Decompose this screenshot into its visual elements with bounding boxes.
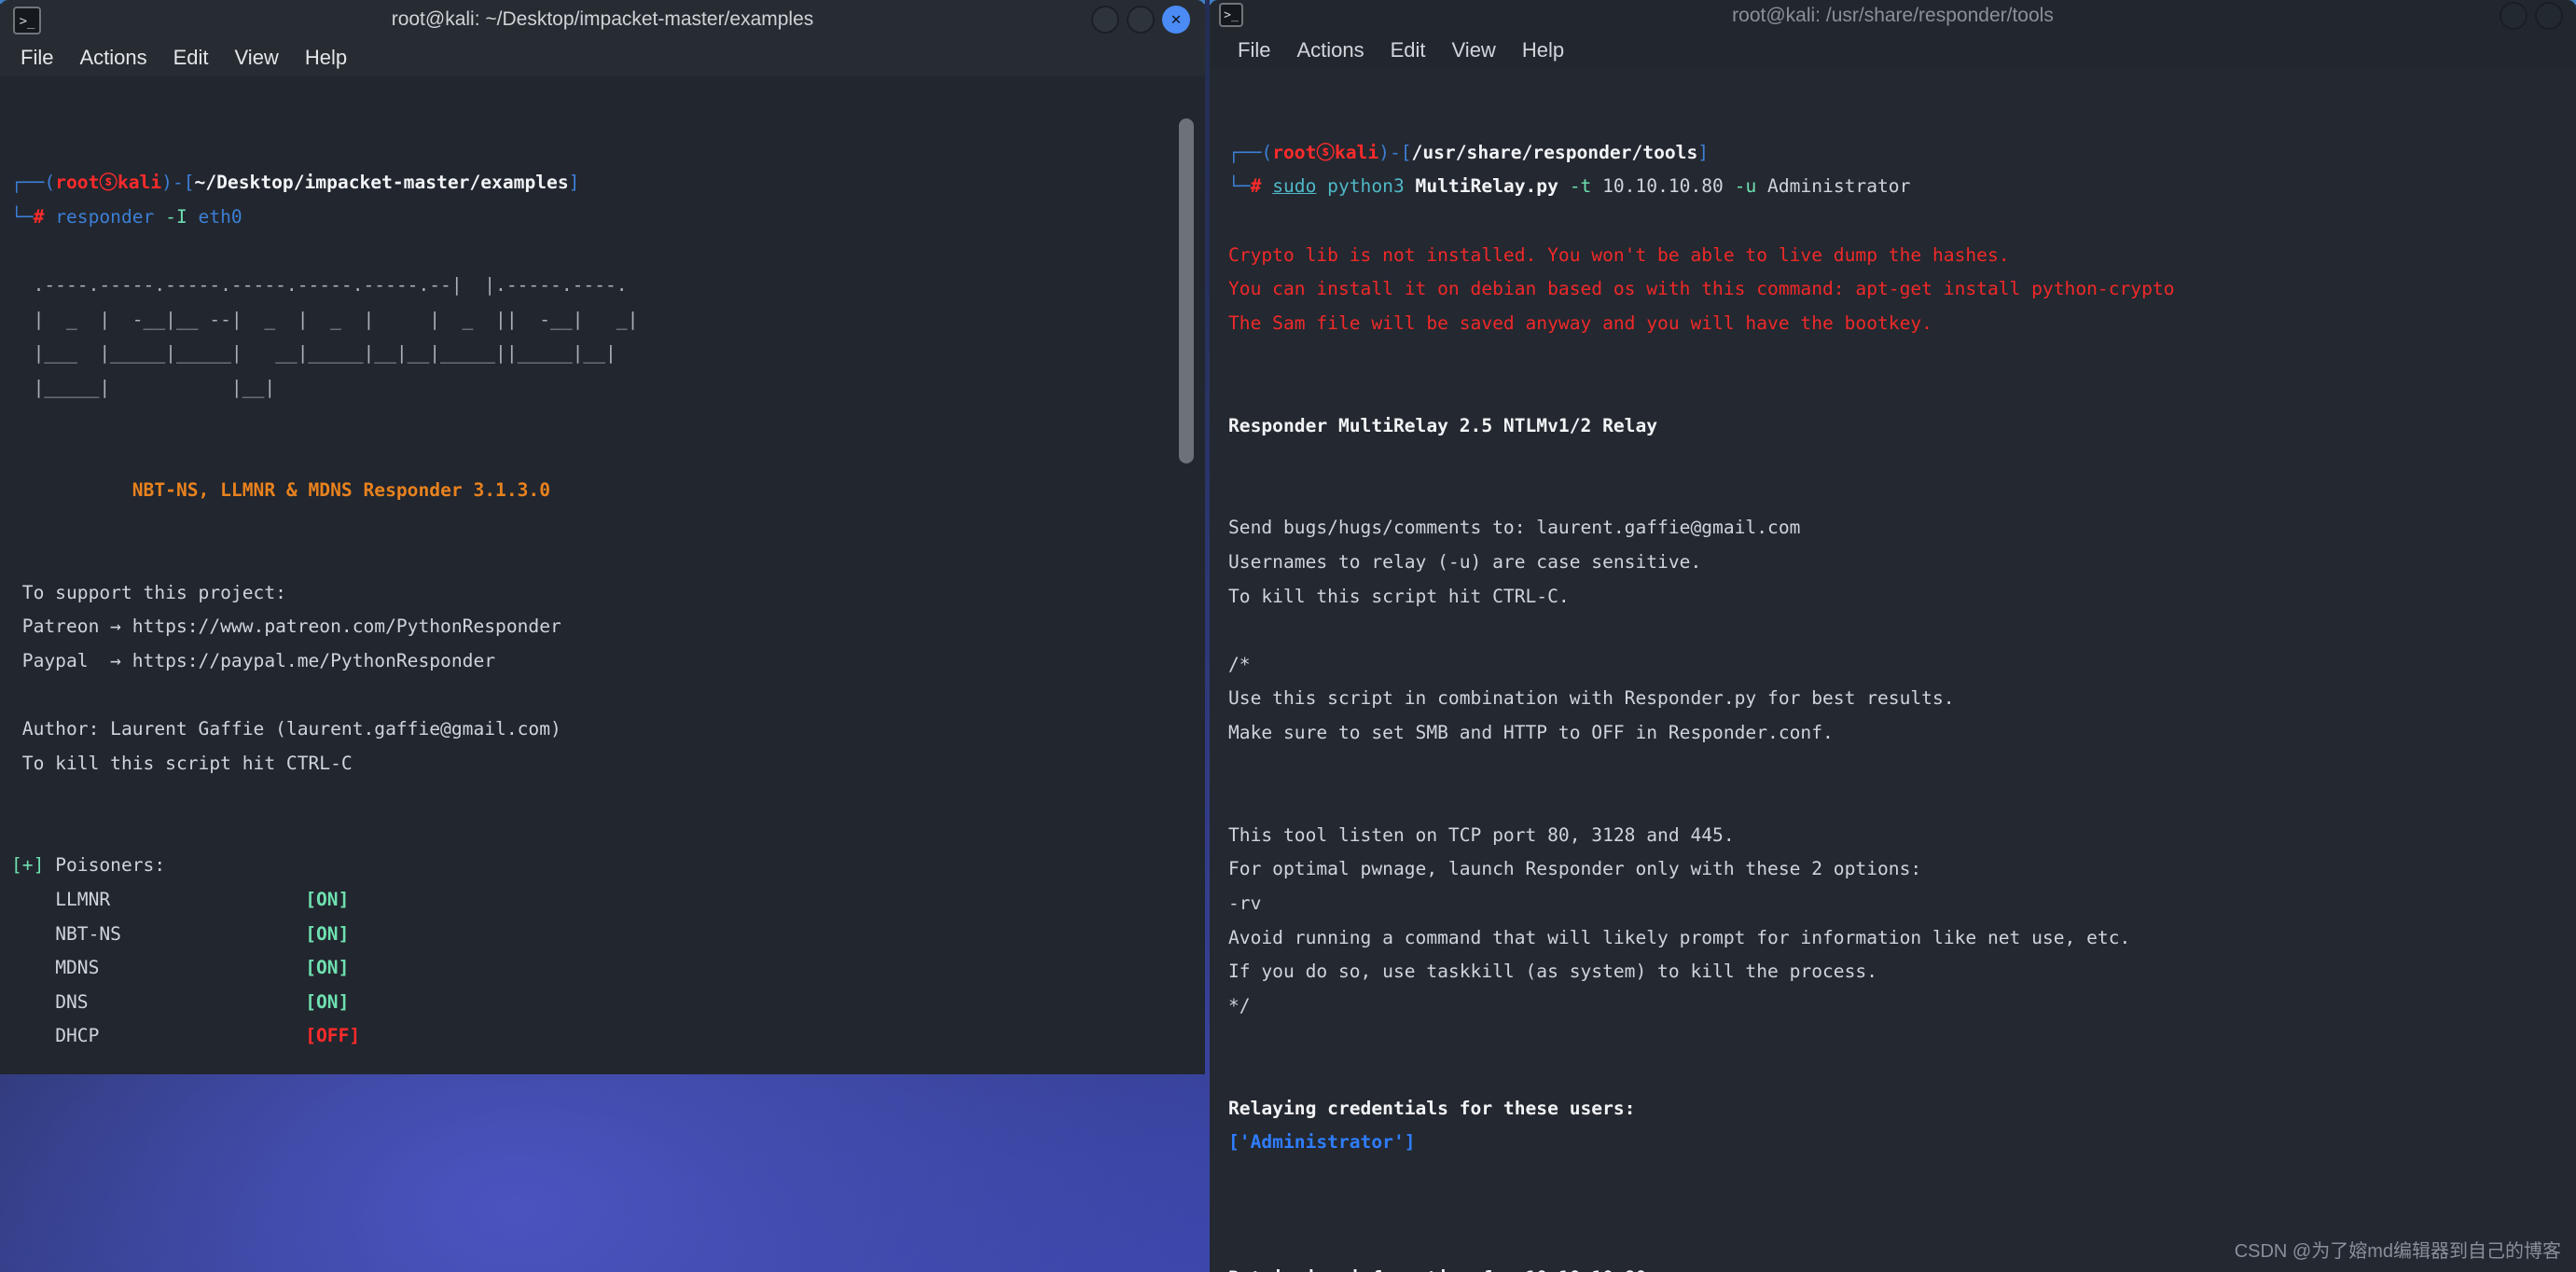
cmd-script: MultiRelay.py [1415,175,1558,198]
cmd-iface: eth0 [198,206,242,228]
csdn-watermark: CSDN @为了嫆md编辑器到自己的博客 [2234,1241,2561,1262]
menu-actions-right[interactable]: Actions [1283,35,1377,66]
comment-body-2: Make sure to set SMB and HTTP to OFF in … [1228,721,1834,743]
info-line-2: Usernames to relay (-u) are case sensiti… [1228,551,1702,574]
prompt-path-right: /usr/share/responder/tools [1411,141,1698,163]
cmd-target: 10.10.10.80 [1602,175,1724,198]
banner-art-line-3: |_____| |__| [11,377,276,399]
poisoner-name: DHCP [55,1025,100,1047]
prompt-user-right: root [1272,141,1317,163]
cmd-flag-u: -u [1734,175,1757,198]
prompt-at-left: ⓢ [99,172,118,194]
terminal-output-right[interactable]: ┌──(rootⓢkali)-[/usr/share/responder/too… [1210,69,2576,1272]
comment-body-5: For optimal pwnage, launch Responder onl… [1228,858,1922,880]
menubar-left[interactable]: File Actions Edit View Help [0,39,1205,76]
terminal-text-left: ┌──(rootⓢkali)-[~/Desktop/impacket-maste… [11,172,639,1047]
poisoners-marker: [+] [11,854,45,877]
menu-file-right[interactable]: File [1225,35,1283,66]
cmd-flag-t: -t [1569,175,1592,198]
comment-body-1: Use this script in combination with Resp… [1228,687,1955,710]
minimize-button-right[interactable] [2500,2,2528,30]
kill-line: To kill this script hit CTRL-C [21,752,353,774]
poisoner-state: [ON] [305,888,350,910]
patreon-line: Patreon → https://www.patreon.com/Python… [21,615,561,638]
comment-body-4: This tool listen on TCP port 80, 3128 an… [1228,823,1735,846]
window-title-left: root@kali: ~/Desktop/impacket-master/exa… [391,8,814,30]
info-line-3: To kill this script hit CTRL-C. [1228,585,1570,607]
banner-art-line-2: |___ |_____|_____| __|_____|__|__|_____|… [11,342,616,365]
relaying-header: Relaying credentials for these users: [1228,1097,1636,1119]
poisoner-name: LLMNR [55,888,111,910]
cmd-python3: python3 [1327,175,1405,198]
menu-edit-right[interactable]: Edit [1378,35,1439,66]
terminal-window-responder[interactable]: >_ root@kali: ~/Desktop/impacket-master/… [0,0,1205,1074]
titlebar-left[interactable]: >_ root@kali: ~/Desktop/impacket-master/… [0,0,1205,39]
minimize-button-left[interactable] [1091,6,1119,34]
maximize-button-right[interactable] [2535,2,2563,30]
warning-line-3: The Sam file will be saved anyway and yo… [1228,311,1932,334]
menu-actions-left[interactable]: Actions [66,42,159,74]
banner-art-line-0: .----.-----.-----.-----.-----.-----.--| … [11,274,628,297]
paypal-line: Paypal → https://paypal.me/PythonRespond… [21,649,496,671]
retrieving-line: Retrieving information for 10.10.10.80 .… [1228,1267,1690,1272]
warning-line-1: Crypto lib is not installed. You won't b… [1228,243,2010,266]
info-line-1: Send bugs/hugs/comments to: laurent.gaff… [1228,517,1801,539]
comment-open: /* [1228,653,1251,675]
poisoner-name: DNS [55,990,89,1013]
menu-view-right[interactable]: View [1439,35,1509,66]
terminal-window-multirelay[interactable]: >_ root@kali: /usr/share/responder/tools… [1210,0,2576,1272]
cmd-flag-I: -I [165,206,187,228]
close-button-left[interactable]: ✕ [1162,6,1190,34]
prompt-path-left: ~/Desktop/impacket-master/examples [194,172,569,194]
cmd-user: Administrator [1767,175,1911,198]
prompt-at-right: ⓢ [1316,141,1335,163]
poisoners-header: Poisoners: [55,854,166,877]
titlebar-right[interactable]: >_ root@kali: /usr/share/responder/tools [1210,0,2576,32]
prompt-user-left: root [55,172,100,194]
poisoner-name: MDNS [55,957,100,979]
prompt-hash-right: # [1250,175,1262,198]
banner-title: NBT-NS, LLMNR & MDNS Responder 3.1.3.0 [132,478,551,501]
cmd-sudo: sudo [1272,175,1317,198]
terminal-text-right: ┌──(rootⓢkali)-[/usr/share/responder/too… [1228,93,2576,1272]
menu-help-right[interactable]: Help [1509,35,1577,66]
author-line: Author: Laurent Gaffie (laurent.gaffie@g… [21,717,561,740]
menu-file-left[interactable]: File [7,42,66,74]
relay-title: Responder MultiRelay 2.5 NTLMv1/2 Relay [1228,414,1658,436]
poisoner-state: [ON] [305,990,350,1013]
menu-edit-left[interactable]: Edit [160,42,222,74]
comment-body-8: If you do so, use taskkill (as system) t… [1228,961,1877,983]
comment-close: */ [1228,994,1251,1016]
menu-help-left[interactable]: Help [292,42,360,74]
window-title-right: root@kali: /usr/share/responder/tools [1732,5,2054,26]
poisoner-state: [OFF] [305,1025,361,1047]
cmd-responder: responder [55,206,155,228]
relaying-users: ['Administrator'] [1228,1131,1416,1154]
warning-line-2: You can install it on debian based os wi… [1228,278,2175,300]
banner-art-line-1: | _ | -__|__ --| _ | _ | | _ || -__| _| [11,308,639,330]
comment-body-7: Avoid running a command that will likely… [1228,926,2131,948]
prompt-host-left: kali [117,172,162,194]
maximize-button-left[interactable] [1127,6,1155,34]
menubar-right[interactable]: File Actions Edit View Help [1210,32,2576,69]
support-header: To support this project: [21,581,286,603]
poisoner-name: NBT-NS [55,922,121,945]
prompt-hash-left: # [33,206,45,228]
scrollbar-left[interactable] [1179,118,1194,463]
poisoner-state: [ON] [305,957,350,979]
comment-body-6: -rv [1228,892,1262,914]
poisoner-state: [ON] [305,922,350,945]
terminal-output-left[interactable]: ┌──(rootⓢkali)-[~/Desktop/impacket-maste… [0,76,1205,1074]
menu-view-left[interactable]: View [222,42,292,74]
prompt-host-right: kali [1334,141,1379,163]
